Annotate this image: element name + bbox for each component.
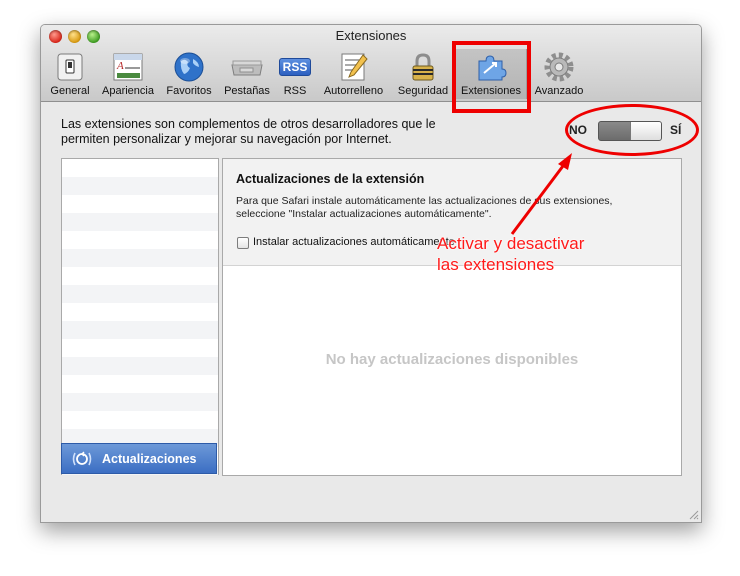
toolbar-label: Pestañas bbox=[224, 85, 270, 97]
detail-description-line-1: Para que Safari instale automáticamente … bbox=[236, 195, 613, 207]
preferences-window: Extensiones General A Apariencia Favorit… bbox=[40, 24, 702, 523]
toolbar-advanced[interactable]: Avanzado bbox=[530, 49, 588, 99]
updates-header: Actualizaciones de la extensión Para que… bbox=[223, 159, 681, 266]
intro-line-2: permiten personalizar y mejorar su naveg… bbox=[61, 132, 392, 146]
toolbar-appearance[interactable]: A Apariencia bbox=[98, 49, 158, 99]
toolbar-tabs[interactable]: Pestañas bbox=[219, 49, 275, 99]
extensions-intro: Las extensiones son complementos de otro… bbox=[61, 117, 531, 147]
toolbar-label: Avanzado bbox=[534, 85, 584, 97]
no-updates-message: No hay actualizaciones disponibles bbox=[325, 351, 579, 368]
gear-icon bbox=[544, 52, 574, 82]
extensions-list[interactable] bbox=[61, 158, 219, 475]
toolbar-autofill[interactable]: Autorrelleno bbox=[316, 49, 391, 99]
tabs-icon bbox=[231, 60, 263, 76]
rss-badge: RSS bbox=[278, 58, 312, 76]
updates-icon bbox=[72, 451, 92, 466]
toolbar-label: Favoritos bbox=[166, 85, 212, 97]
lock-icon bbox=[412, 53, 434, 81]
toolbar-security[interactable]: Seguridad bbox=[394, 49, 452, 99]
toolbar-label: Seguridad bbox=[397, 85, 449, 97]
detail-description: Para que Safari instale automáticamente … bbox=[236, 195, 676, 221]
extensions-toggle[interactable] bbox=[598, 121, 662, 141]
intro-line-1: Las extensiones son complementos de otro… bbox=[61, 117, 436, 131]
detail-title: Actualizaciones de la extensión bbox=[236, 172, 425, 186]
detail-description-line-2: seleccione "Instalar actualizaciones aut… bbox=[236, 208, 492, 220]
svg-text:A: A bbox=[116, 60, 124, 72]
toolbar-label: General bbox=[50, 85, 90, 97]
puzzle-icon bbox=[478, 55, 507, 81]
globe-icon bbox=[174, 52, 204, 82]
switch-off-label: NO bbox=[569, 123, 587, 137]
sidebar-item-label: Actualizaciones bbox=[102, 452, 197, 466]
toolbar-favorites[interactable]: Favoritos bbox=[161, 49, 217, 99]
title-bar: Extensiones General A Apariencia Favorit… bbox=[41, 25, 701, 102]
toolbar-label: RSS bbox=[283, 85, 307, 97]
toolbar-general[interactable]: General bbox=[45, 49, 95, 99]
rss-icon: RSS bbox=[278, 51, 312, 83]
window-title: Extensiones bbox=[335, 28, 407, 43]
toolbar-extensions[interactable]: Extensiones bbox=[455, 49, 527, 99]
toggle-knob[interactable] bbox=[630, 122, 661, 140]
toolbar-label: Apariencia bbox=[102, 85, 154, 97]
appearance-icon: A bbox=[113, 53, 143, 81]
auto-update-label[interactable]: Instalar actualizaciones automáticamente bbox=[253, 236, 455, 248]
pencil-form-icon bbox=[341, 53, 368, 81]
toolbar-rss[interactable]: RSS RSS bbox=[277, 49, 313, 99]
toolbar-label: Autorrelleno bbox=[323, 85, 384, 97]
switch-on-label: SÍ bbox=[670, 123, 682, 137]
toolbar-label: Extensiones bbox=[461, 85, 521, 97]
updates-detail-pane: Actualizaciones de la extensión Para que… bbox=[222, 158, 682, 476]
resize-grip-icon[interactable] bbox=[687, 508, 699, 520]
auto-update-checkbox[interactable] bbox=[237, 237, 249, 249]
sidebar-item-updates[interactable]: Actualizaciones bbox=[61, 443, 217, 474]
general-switch-icon bbox=[57, 53, 83, 81]
